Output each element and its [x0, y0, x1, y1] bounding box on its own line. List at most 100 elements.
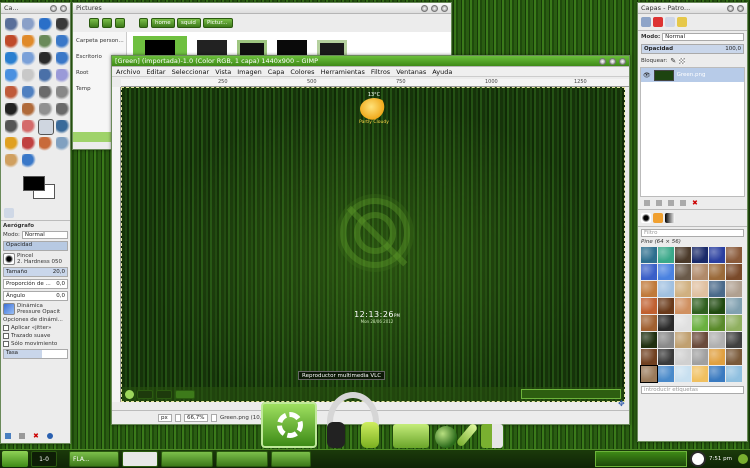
smooth-checkbox[interactable] [3, 333, 9, 339]
fuzzy-select-tool-icon[interactable] [56, 18, 70, 32]
taskbar-window-button[interactable] [161, 451, 213, 467]
close-icon[interactable] [441, 4, 448, 12]
zoom-dropdown-arrow[interactable] [211, 413, 217, 422]
menu-item-ayuda[interactable]: Ayuda [432, 68, 452, 76]
menu-item-colores[interactable]: Colores [290, 68, 314, 76]
paths-tool-icon[interactable] [56, 35, 70, 49]
free-select-tool-icon[interactable] [39, 18, 53, 32]
angle-slider[interactable]: Ángulo 0,0 [3, 291, 68, 301]
brushes-tab-icon[interactable] [641, 213, 651, 223]
minimize-icon[interactable] [421, 4, 428, 12]
pattern-swatch[interactable] [726, 281, 742, 297]
taskbar-window-button[interactable] [271, 451, 311, 467]
pattern-swatch[interactable] [675, 332, 691, 348]
new-layer-icon[interactable] [644, 200, 650, 206]
pattern-swatch[interactable] [692, 298, 708, 314]
pattern-swatch[interactable] [709, 332, 725, 348]
pattern-swatch[interactable] [692, 315, 708, 331]
minimize-icon[interactable] [50, 4, 57, 12]
reset-options-icon[interactable] [46, 433, 53, 439]
airbrush-tool-icon[interactable] [38, 119, 54, 135]
pattern-swatch[interactable] [675, 366, 691, 382]
pattern-tag-input[interactable]: introducir etiquetas [641, 386, 744, 394]
color-picker-tool-icon[interactable] [5, 52, 19, 66]
pattern-swatch[interactable] [640, 365, 658, 383]
pattern-swatch[interactable] [675, 247, 691, 263]
menu-item-seleccionar[interactable]: Seleccionar [172, 68, 210, 76]
browser-globe-icon[interactable] [435, 426, 457, 448]
menu-item-capa[interactable]: Capa [268, 68, 285, 76]
eraser-tool-icon[interactable] [22, 120, 36, 134]
ellipse-select-tool-icon[interactable] [22, 18, 36, 32]
raise-layer-icon[interactable] [656, 200, 662, 206]
jitter-checkbox[interactable] [3, 325, 9, 331]
save-options-icon[interactable] [5, 433, 11, 439]
navigate-icon[interactable]: ✥ [618, 400, 626, 408]
pencil-tool-icon[interactable] [56, 103, 70, 117]
layers-titlebar[interactable]: Capas - Patro... [638, 3, 747, 14]
pattern-swatch[interactable] [658, 315, 674, 331]
pattern-swatch[interactable] [658, 298, 674, 314]
blend-tool-icon[interactable] [39, 103, 53, 117]
paintbrush-tool-icon[interactable] [5, 120, 19, 134]
clone-tool-icon[interactable] [5, 137, 19, 151]
taskbar-window-button[interactable] [216, 451, 268, 467]
brush-preview-icon[interactable] [3, 253, 15, 265]
pattern-swatch[interactable] [692, 332, 708, 348]
restore-options-icon[interactable] [19, 433, 25, 439]
close-icon[interactable] [619, 57, 626, 65]
mode-select[interactable]: Normal [21, 231, 68, 239]
dodge-tool-icon[interactable] [5, 154, 19, 168]
start-menu-icon[interactable] [2, 451, 28, 467]
menu-item-imagen[interactable]: Imagen [237, 68, 261, 76]
perspective-clone-tool-icon[interactable] [39, 137, 53, 151]
layer-row[interactable]: 👁 Green.png [641, 68, 744, 82]
visibility-eye-icon[interactable]: 👁 [643, 72, 651, 79]
smudge-tool-icon[interactable] [22, 154, 36, 168]
pattern-swatch[interactable] [675, 315, 691, 331]
layer-opacity-slider[interactable]: Opacidad 100,0 [641, 44, 744, 54]
pattern-swatch[interactable] [641, 247, 657, 263]
pattern-swatch[interactable] [658, 247, 674, 263]
feather-dock-icon[interactable] [455, 422, 479, 448]
pattern-swatch[interactable] [675, 298, 691, 314]
layers-tab-icon[interactable] [641, 17, 651, 27]
channels-tab-icon[interactable] [653, 17, 663, 27]
delete-options-icon[interactable]: ✖ [33, 432, 39, 440]
pattern-swatch[interactable] [675, 264, 691, 280]
back-arrow-icon[interactable] [89, 18, 99, 28]
crop-tool-icon[interactable] [22, 69, 36, 83]
delete-layer-icon[interactable]: ✖ [692, 199, 698, 207]
by-color-select-tool-icon[interactable] [5, 35, 19, 49]
pattern-swatch[interactable] [692, 366, 708, 382]
path-button[interactable]: home [151, 18, 175, 28]
pattern-swatch[interactable] [726, 366, 742, 382]
layer-mode-select[interactable]: Normal [662, 33, 744, 41]
foreground-color[interactable] [23, 176, 45, 191]
pattern-swatch[interactable] [658, 332, 674, 348]
move-tool-icon[interactable] [56, 52, 70, 66]
zoom-tool-icon[interactable] [22, 52, 36, 66]
pattern-swatch[interactable] [641, 298, 657, 314]
menu-item-filtros[interactable]: Filtros [371, 68, 390, 76]
menu-item-herramientas[interactable]: Herramientas [321, 68, 365, 76]
bucket-fill-tool-icon[interactable] [22, 103, 36, 117]
align-tool-icon[interactable] [5, 69, 19, 83]
pattern-swatch[interactable] [726, 298, 742, 314]
pattern-swatch[interactable] [726, 247, 742, 263]
taskbar-window-button[interactable]: FLA... [69, 451, 119, 467]
anchor-layer-icon[interactable] [680, 200, 686, 206]
pattern-swatch[interactable] [658, 366, 674, 382]
unit-dropdown-arrow[interactable] [175, 413, 181, 422]
pattern-swatch[interactable] [641, 332, 657, 348]
pattern-swatch[interactable] [658, 349, 674, 365]
menu-item-editar[interactable]: Editar [146, 68, 165, 76]
ratio-slider[interactable]: Proporción de ... 0,0 [3, 279, 68, 289]
pattern-swatch[interactable] [692, 264, 708, 280]
ink-tool-icon[interactable] [56, 120, 70, 134]
scissors-tool-icon[interactable] [22, 35, 36, 49]
pattern-swatch[interactable] [726, 349, 742, 365]
perspective-tool-icon[interactable] [22, 86, 36, 100]
pattern-swatch[interactable] [709, 247, 725, 263]
zoom-select[interactable]: 66,7% [184, 413, 208, 422]
